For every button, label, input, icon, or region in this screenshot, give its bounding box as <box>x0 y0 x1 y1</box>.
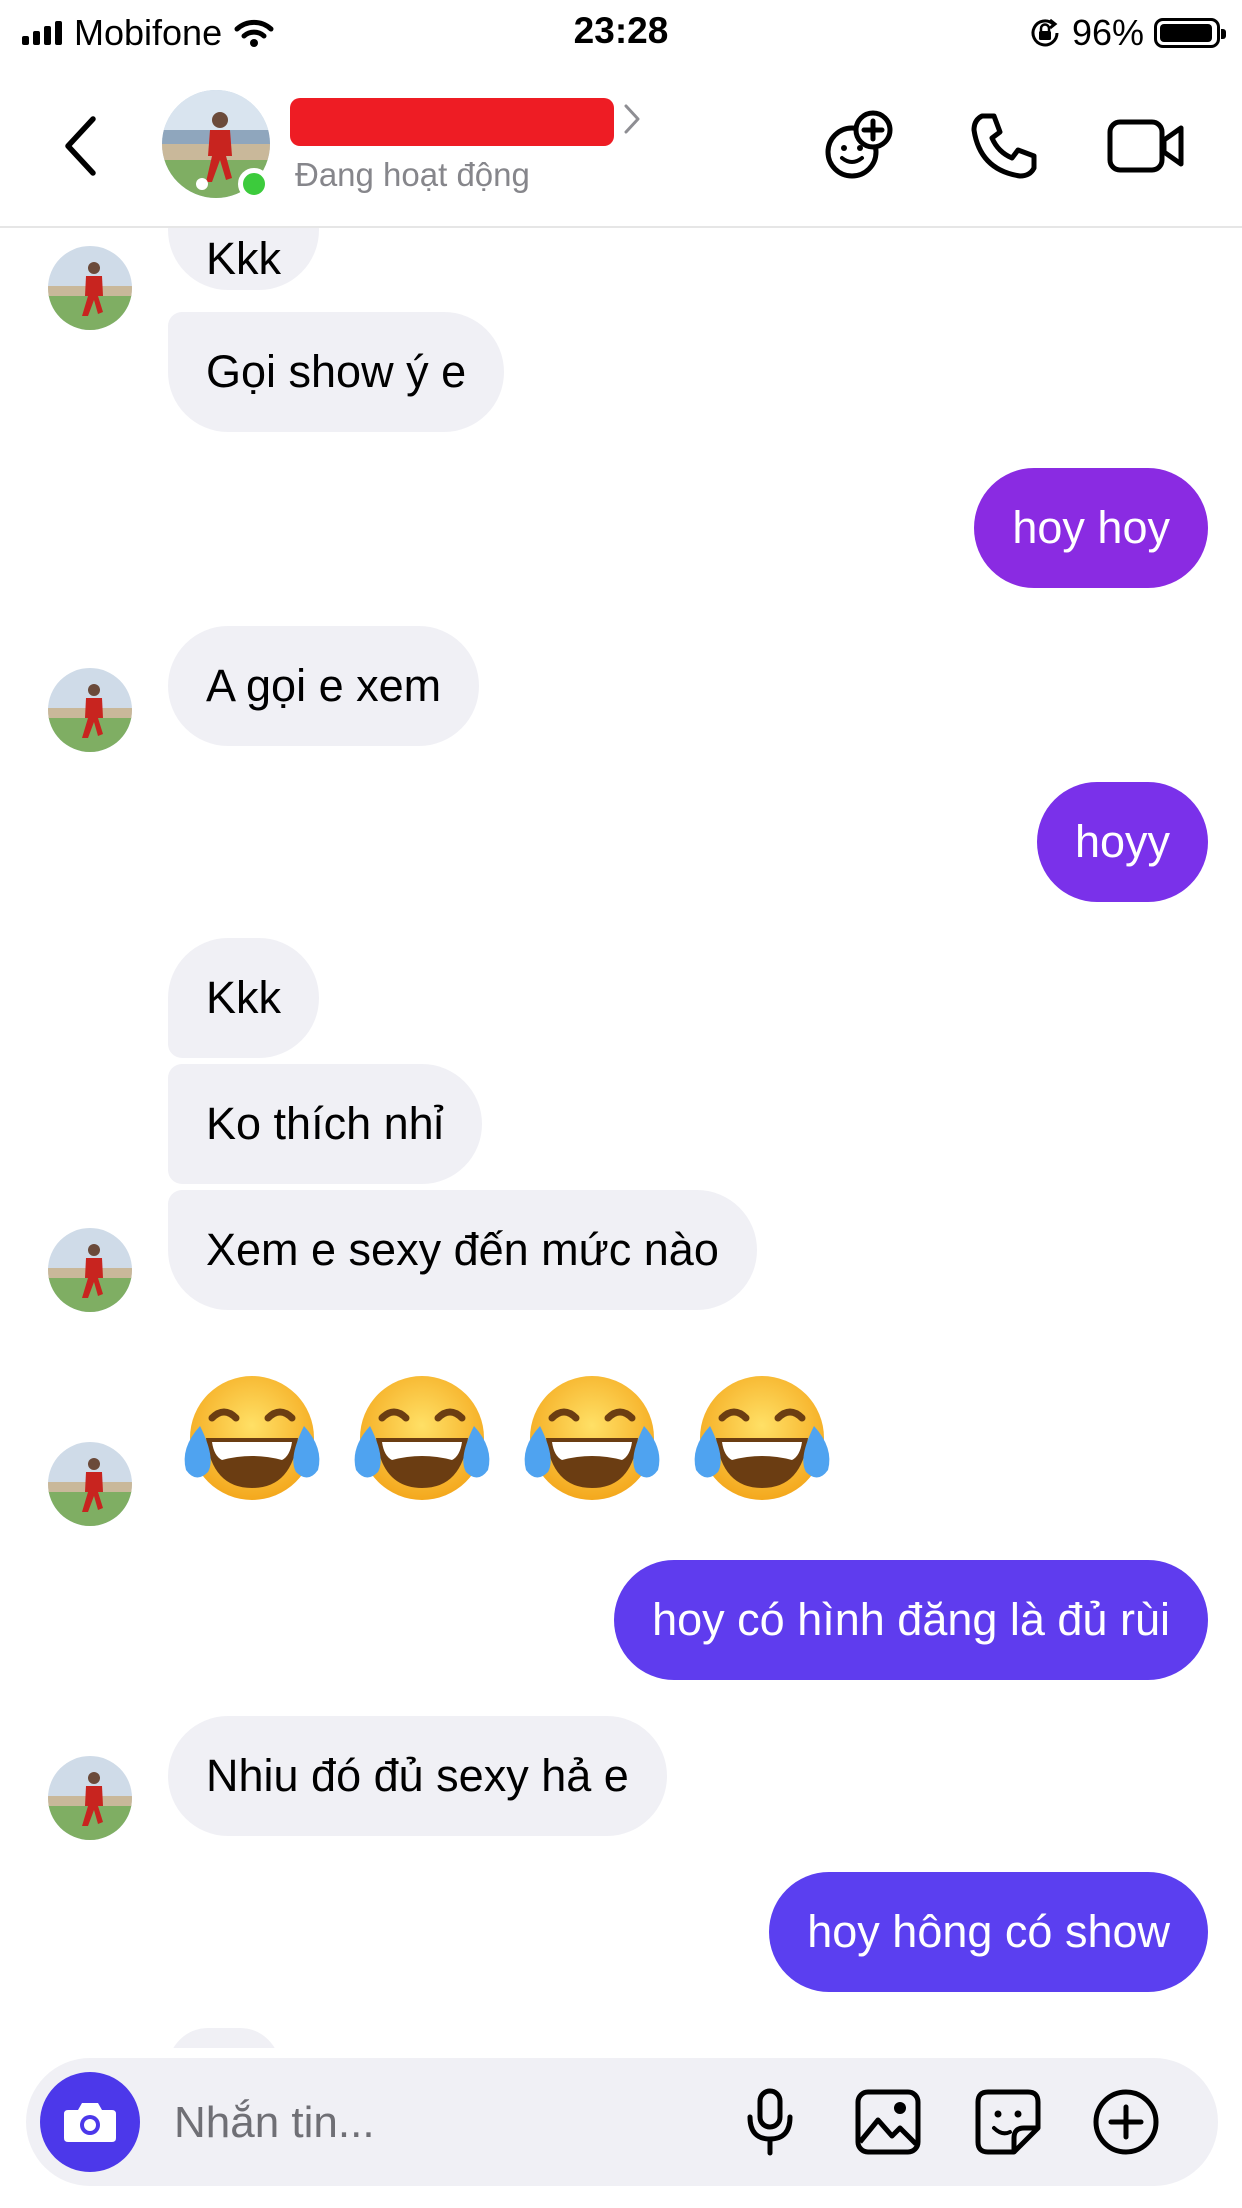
phone-icon <box>971 113 1037 179</box>
message-composer <box>26 2058 1218 2186</box>
tears-of-joy-emoji-icon <box>694 1376 830 1500</box>
message-input[interactable] <box>172 2086 736 2160</box>
sticker-icon <box>975 2089 1041 2155</box>
message-bubble[interactable]: Ko thích nhỉ <box>168 1064 482 1184</box>
video-call-icon <box>1107 119 1184 173</box>
message-bubble[interactable]: Kkk <box>168 938 320 1058</box>
message-list[interactable]: Kkk Gọi show ý e hoy hoy A gọi e xem hoy… <box>0 228 1242 2048</box>
sender-avatar[interactable] <box>48 1756 132 1840</box>
tears-of-joy-emoji-icon <box>354 1376 490 1500</box>
orientation-lock-icon <box>1031 18 1059 47</box>
message-bubble-outgoing[interactable]: hoy hoy <box>974 468 1208 588</box>
battery-cap <box>1221 29 1226 39</box>
message-bubble-outgoing[interactable]: hoy có hình đăng là đủ rùi <box>614 1560 1208 1680</box>
message-bubble[interactable]: A gọi e xem <box>168 626 480 746</box>
sender-avatar[interactable] <box>48 246 132 330</box>
sender-avatar[interactable] <box>48 668 132 752</box>
message-bubble-partial[interactable] <box>168 2028 280 2048</box>
sticker-button[interactable] <box>968 2082 1048 2162</box>
battery-percent: 96% <box>1071 12 1144 53</box>
message-bubble-outgoing[interactable]: hoy hông có show <box>769 1872 1208 1992</box>
camera-button[interactable] <box>40 2072 140 2172</box>
gallery-button[interactable] <box>848 2082 928 2162</box>
chevron-right-icon[interactable] <box>622 102 642 136</box>
online-indicator <box>238 168 270 200</box>
message-bubble[interactable]: Nhiu đó đủ sexy hả e <box>168 1716 667 1836</box>
effects-button[interactable] <box>818 104 902 188</box>
active-status: Đang hoạt động <box>295 156 530 193</box>
back-icon <box>65 116 96 176</box>
message-bubble-outgoing[interactable]: hoyy <box>1036 782 1208 902</box>
tears-of-joy-emoji-icon <box>524 1376 660 1500</box>
battery-level <box>1160 24 1212 42</box>
battery-icon <box>1154 18 1226 48</box>
contact-name-redacted[interactable] <box>290 98 614 146</box>
camera-icon <box>64 2103 116 2142</box>
gallery-icon <box>855 2089 921 2155</box>
plus-icon <box>1093 2089 1159 2155</box>
video-call-button[interactable] <box>1104 104 1188 188</box>
sender-avatar[interactable] <box>48 1442 132 1526</box>
tears-of-joy-emoji-icon <box>184 1376 320 1500</box>
message-bubble[interactable]: Kkk <box>168 228 320 290</box>
message-bubble[interactable]: Gọi show ý e <box>168 312 505 432</box>
chat-header: Đang hoạt động <box>0 64 1242 228</box>
message-bubble[interactable]: Xem e sexy đến mức nào <box>168 1190 757 1310</box>
more-button[interactable] <box>1086 2082 1166 2162</box>
back-button[interactable] <box>50 106 110 186</box>
status-bar: Mobifone 23:28 96% <box>0 0 1242 64</box>
effects-icon <box>825 110 893 179</box>
voice-call-button[interactable] <box>962 104 1046 188</box>
sender-avatar[interactable] <box>48 1228 132 1312</box>
microphone-icon <box>747 2088 793 2156</box>
status-right: 96% <box>1028 12 1226 54</box>
emoji-message[interactable] <box>172 1360 842 1520</box>
voice-message-button[interactable] <box>730 2082 810 2162</box>
